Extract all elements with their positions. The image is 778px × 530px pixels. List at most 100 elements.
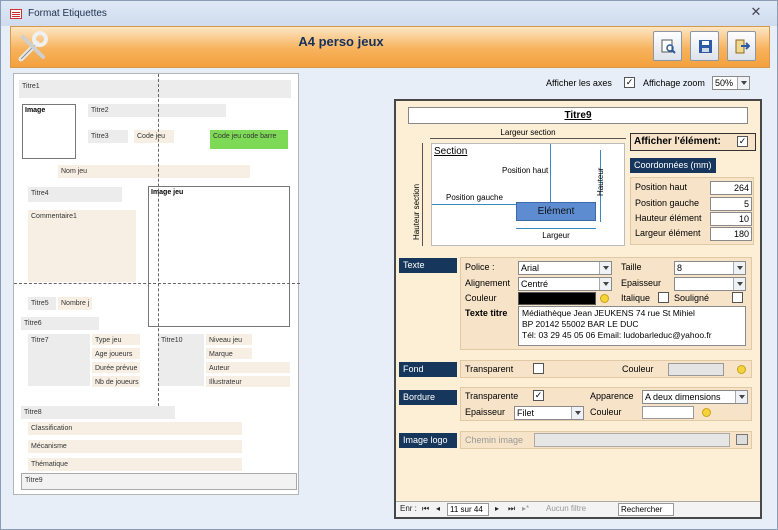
preview-nb-joueurs[interactable]: Nb de joueurs [92, 376, 140, 387]
section-label: Section [434, 146, 468, 157]
record-position[interactable]: 11 sur 44 [447, 503, 489, 516]
preview-titre4[interactable]: Titre4 [28, 187, 122, 202]
preview-image[interactable]: Image [22, 104, 76, 159]
preview-duree[interactable]: Durée prévue [92, 362, 140, 373]
largeur-section-line [430, 138, 626, 139]
preview-mecanisme[interactable]: Mécanisme [28, 440, 242, 453]
preview-age-joueurs[interactable]: Age joueurs [92, 348, 140, 359]
preview-code-jeu[interactable]: Code jeu [134, 130, 174, 143]
preview-nom-jeu[interactable]: Nom jeu [58, 165, 250, 178]
preview-titre8[interactable]: Titre8 [21, 406, 175, 419]
taille-value: 8 [677, 263, 683, 273]
axes-checkbox[interactable]: ✓ [624, 77, 635, 88]
fond-couleur-label: Couleur [622, 364, 654, 374]
preview-titre9[interactable]: Titre9 [21, 473, 297, 490]
preview-illustrateur[interactable]: Illustrateur [206, 376, 290, 387]
taille-label: Taille [621, 262, 642, 272]
preview-nombre[interactable]: Nombre j [58, 297, 92, 310]
title-bar: Format Etiquettes ✕ [1, 1, 777, 26]
preview-image-jeu[interactable]: Image jeu [148, 186, 290, 327]
souligne-checkbox[interactable] [732, 292, 743, 303]
save-button[interactable] [690, 31, 719, 61]
texte-titre-textarea[interactable]: Médiathèque Jean JEUKENS 74 rue St Mihie… [518, 306, 746, 346]
police-select[interactable]: Arial [518, 261, 612, 275]
camera-icon[interactable] [736, 434, 748, 445]
color-picker-icon[interactable] [600, 294, 609, 303]
section-diagram: Largeur section Section Position haut Po… [406, 128, 626, 250]
hauteur-section-label: Hauteur section [412, 183, 421, 240]
italique-checkbox[interactable] [658, 292, 669, 303]
position-haut-input[interactable]: 264 [710, 181, 752, 195]
coords-header: Coordonnées (mm) [630, 158, 716, 173]
last-record-icon[interactable]: ⏭ [508, 503, 515, 515]
texte-color-swatch[interactable] [518, 292, 596, 305]
preview-classification[interactable]: Classification [28, 422, 242, 435]
fond-transparent-label: Transparent [465, 364, 514, 374]
preview-titre2[interactable]: Titre2 [88, 104, 226, 117]
chevron-down-icon [599, 278, 611, 290]
new-record-icon[interactable]: ▸* [522, 503, 529, 515]
preview-titre1[interactable]: Titre1 [19, 80, 291, 98]
chevron-down-icon [735, 391, 747, 403]
apparence-value: A deux dimensions [645, 392, 721, 402]
preview-titre5[interactable]: Titre5 [28, 297, 56, 310]
epaisseur-select[interactable] [674, 277, 746, 291]
bordure-header: Bordure [399, 390, 457, 405]
alignement-select[interactable]: Centré [518, 277, 612, 291]
filter-button[interactable]: Aucun filtre [546, 503, 586, 515]
element-box: Elément [516, 202, 596, 221]
bordure-transparente-checkbox[interactable]: ✓ [533, 390, 544, 401]
preview-auteur[interactable]: Auteur [206, 362, 290, 373]
afficher-checkbox[interactable]: ✓ [737, 136, 748, 147]
exit-button[interactable] [727, 31, 756, 61]
search-input[interactable]: Rechercher [618, 503, 674, 516]
souligne-label: Souligné [674, 293, 710, 303]
exit-icon [735, 39, 750, 54]
texte-titre-line: BP 20142 55002 BAR LE DUC [522, 319, 639, 329]
fond-header: Fond [399, 362, 457, 377]
fond-transparent-checkbox[interactable] [533, 363, 544, 374]
couleur-label: Couleur [465, 293, 497, 303]
police-label: Police : [465, 262, 495, 272]
previous-record-icon[interactable]: ◂ [436, 503, 440, 515]
chemin-image-input[interactable] [534, 433, 730, 447]
apparence-select[interactable]: A deux dimensions [642, 390, 748, 404]
preview-titre6[interactable]: Titre6 [21, 317, 99, 330]
bordure-epaisseur-value: Filet [517, 408, 535, 418]
preview-code-barre[interactable]: Code jeu code barre [210, 130, 288, 149]
zoom-select[interactable]: 50% [712, 76, 750, 90]
color-picker-icon[interactable] [702, 408, 711, 417]
window: Format Etiquettes ✕ A4 perso jeux Titre1… [0, 0, 778, 530]
preview-type-jeu[interactable]: Type jeu [92, 334, 140, 345]
zoom-value: 50% [715, 78, 734, 88]
position-gauche-input[interactable]: 5 [710, 197, 752, 211]
color-picker-icon[interactable] [737, 365, 746, 374]
preview-titre7[interactable]: Titre7 [28, 334, 90, 386]
preview-commentaire1[interactable]: Commentaire1 [28, 210, 136, 282]
bordure-epaisseur-select[interactable]: Filet [514, 406, 584, 420]
chevron-down-icon [737, 77, 749, 89]
section-box: Section Position haut Position gauche El… [431, 143, 625, 246]
preview-thematique[interactable]: Thématique [28, 458, 242, 471]
largeur-element-input[interactable]: 180 [710, 227, 752, 241]
next-record-icon[interactable]: ▸ [495, 503, 499, 515]
preview-titre3[interactable]: Titre3 [88, 130, 128, 143]
coord-label-position-haut: Position haut [635, 182, 688, 192]
coord-label-position-gauche: Position gauche [635, 198, 700, 208]
preview-titre10[interactable]: Titre10 [158, 334, 204, 386]
window-title: Format Etiquettes [28, 8, 107, 19]
zoom-label: Affichage zoom [643, 78, 705, 88]
first-record-icon[interactable]: ⏮ [422, 503, 429, 515]
preview-niveau-jeu[interactable]: Niveau jeu [206, 334, 252, 345]
largeur-label: Largeur [542, 231, 570, 240]
preview-marque[interactable]: Marque [206, 348, 252, 359]
element-panel: Titre9 Largeur section Section Position … [394, 99, 762, 519]
fond-color-swatch[interactable] [668, 363, 724, 376]
taille-select[interactable]: 8 [674, 261, 746, 275]
element-title: Titre9 [408, 107, 748, 124]
bordure-color-swatch[interactable] [642, 406, 694, 419]
hauteur-element-input[interactable]: 10 [710, 212, 752, 226]
header-title: A4 perso jeux [298, 34, 384, 49]
preview-button[interactable] [653, 31, 682, 61]
close-icon[interactable]: ✕ [749, 5, 763, 19]
